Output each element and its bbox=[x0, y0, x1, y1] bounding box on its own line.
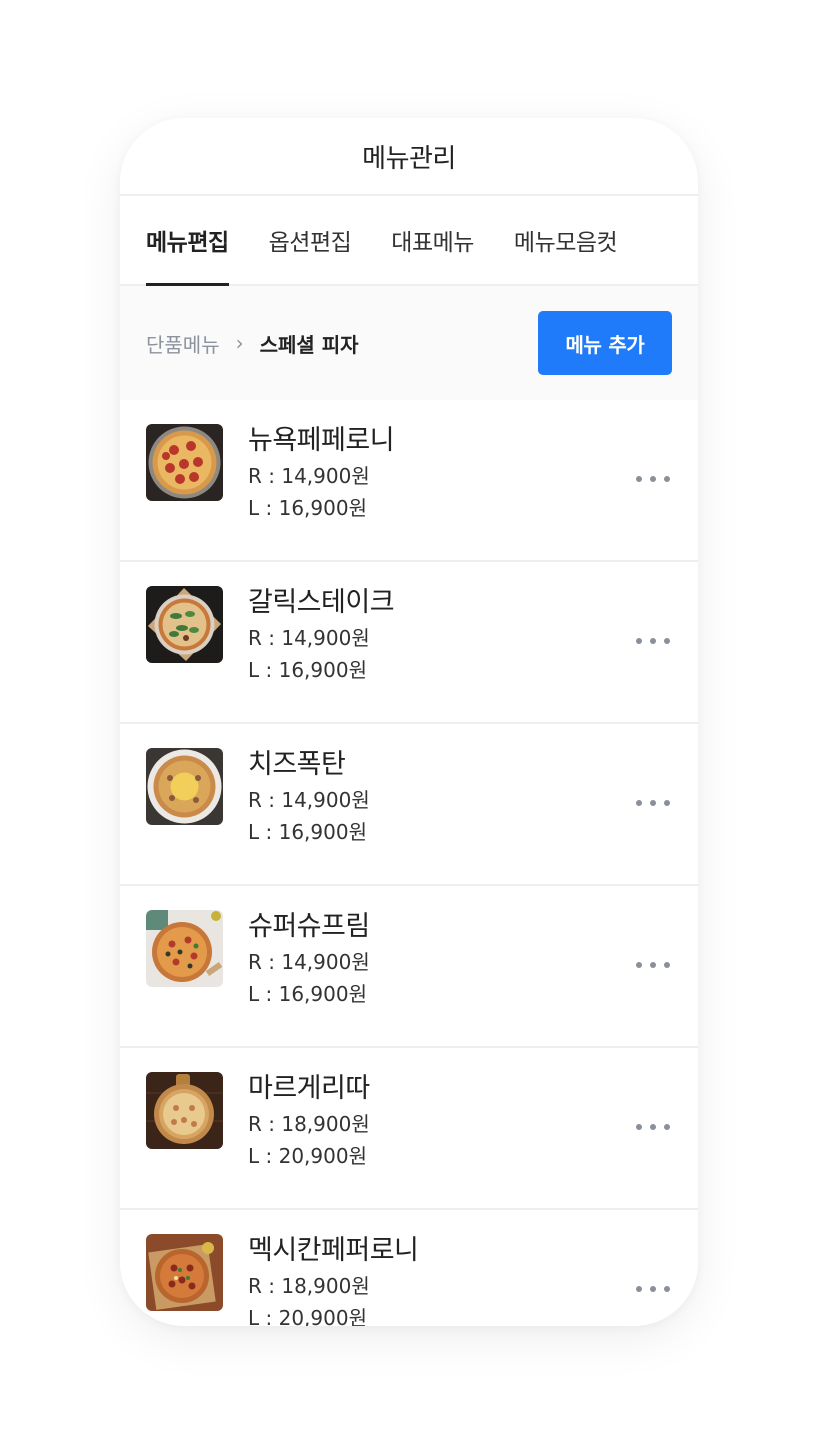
menu-list-item[interactable]: 마르게리따 R : 18,900원 L : 20,900원 bbox=[120, 1048, 698, 1210]
page-title: 메뉴관리 bbox=[362, 143, 456, 174]
category-bar: 단품메뉴 › 스페셜 피자 메뉴 추가 bbox=[120, 286, 698, 400]
menu-list: 뉴욕페페로니 R : 14,900원 L : 16,900원 갈릭스테이크 R … bbox=[120, 400, 698, 1326]
more-options-icon[interactable] bbox=[636, 950, 670, 980]
menu-item-price-large: L : 16,900원 bbox=[248, 496, 367, 520]
more-options-icon[interactable] bbox=[636, 1274, 670, 1304]
add-menu-button[interactable]: 메뉴 추가 bbox=[538, 311, 672, 375]
menu-item-name: 치즈폭탄 bbox=[248, 749, 346, 780]
breadcrumb-current: 스페셜 피자 bbox=[259, 332, 359, 357]
menu-item-price-regular: R : 18,900원 bbox=[248, 1274, 370, 1298]
pizza-supreme-photo bbox=[146, 910, 223, 987]
menu-list-item[interactable]: 치즈폭탄 R : 14,900원 L : 16,900원 bbox=[120, 724, 698, 886]
more-options-icon[interactable] bbox=[636, 788, 670, 818]
app-header: 메뉴관리 bbox=[120, 118, 698, 196]
pizza-garlic-steak-photo bbox=[146, 586, 223, 663]
menu-item-price-large: L : 16,900원 bbox=[248, 820, 367, 844]
menu-item-price-regular: R : 14,900원 bbox=[248, 464, 370, 488]
menu-item-name: 마르게리따 bbox=[248, 1073, 370, 1104]
menu-item-price-regular: R : 14,900원 bbox=[248, 626, 370, 650]
menu-item-price-regular: R : 14,900원 bbox=[248, 788, 370, 812]
menu-item-price-large: L : 20,900원 bbox=[248, 1306, 367, 1326]
more-options-icon[interactable] bbox=[636, 464, 670, 494]
tab-menu-edit[interactable]: 메뉴편집 bbox=[146, 196, 229, 286]
more-options-icon[interactable] bbox=[636, 626, 670, 656]
tab-featured-menu[interactable]: 대표메뉴 bbox=[391, 196, 474, 284]
chevron-right-icon: › bbox=[235, 331, 244, 355]
tab-menu-photos[interactable]: 메뉴모음컷 bbox=[514, 196, 618, 284]
breadcrumb: 단품메뉴 › 스페셜 피자 bbox=[146, 329, 359, 358]
menu-item-price-large: L : 20,900원 bbox=[248, 1144, 367, 1168]
pizza-margherita-photo bbox=[146, 1072, 223, 1149]
menu-item-name: 멕시칸페퍼로니 bbox=[248, 1235, 419, 1266]
phone-frame: 메뉴관리 메뉴편집 옵션편집 대표메뉴 메뉴모음컷 단품메뉴 › 스페셜 피자 … bbox=[120, 118, 698, 1326]
tab-option-edit[interactable]: 옵션편집 bbox=[269, 196, 352, 284]
pizza-cheese-photo bbox=[146, 748, 223, 825]
menu-list-item[interactable]: 뉴욕페페로니 R : 14,900원 L : 16,900원 bbox=[120, 400, 698, 562]
menu-list-item[interactable]: 멕시칸페퍼로니 R : 18,900원 L : 20,900원 bbox=[120, 1210, 698, 1326]
menu-item-name: 갈릭스테이크 bbox=[248, 587, 395, 618]
more-options-icon[interactable] bbox=[636, 1112, 670, 1142]
menu-item-price-regular: R : 14,900원 bbox=[248, 950, 370, 974]
menu-item-name: 슈퍼슈프림 bbox=[248, 911, 370, 942]
pizza-mexican-pepperoni-photo bbox=[146, 1234, 223, 1311]
menu-item-price-regular: R : 18,900원 bbox=[248, 1112, 370, 1136]
menu-item-price-large: L : 16,900원 bbox=[248, 982, 367, 1006]
tab-bar: 메뉴편집 옵션편집 대표메뉴 메뉴모음컷 bbox=[120, 196, 698, 286]
menu-list-item[interactable]: 슈퍼슈프림 R : 14,900원 L : 16,900원 bbox=[120, 886, 698, 1048]
breadcrumb-root[interactable]: 단품메뉴 bbox=[146, 329, 220, 358]
pizza-pepperoni-photo bbox=[146, 424, 223, 501]
menu-item-price-large: L : 16,900원 bbox=[248, 658, 367, 682]
menu-list-item[interactable]: 갈릭스테이크 R : 14,900원 L : 16,900원 bbox=[120, 562, 698, 724]
menu-item-name: 뉴욕페페로니 bbox=[248, 425, 395, 456]
